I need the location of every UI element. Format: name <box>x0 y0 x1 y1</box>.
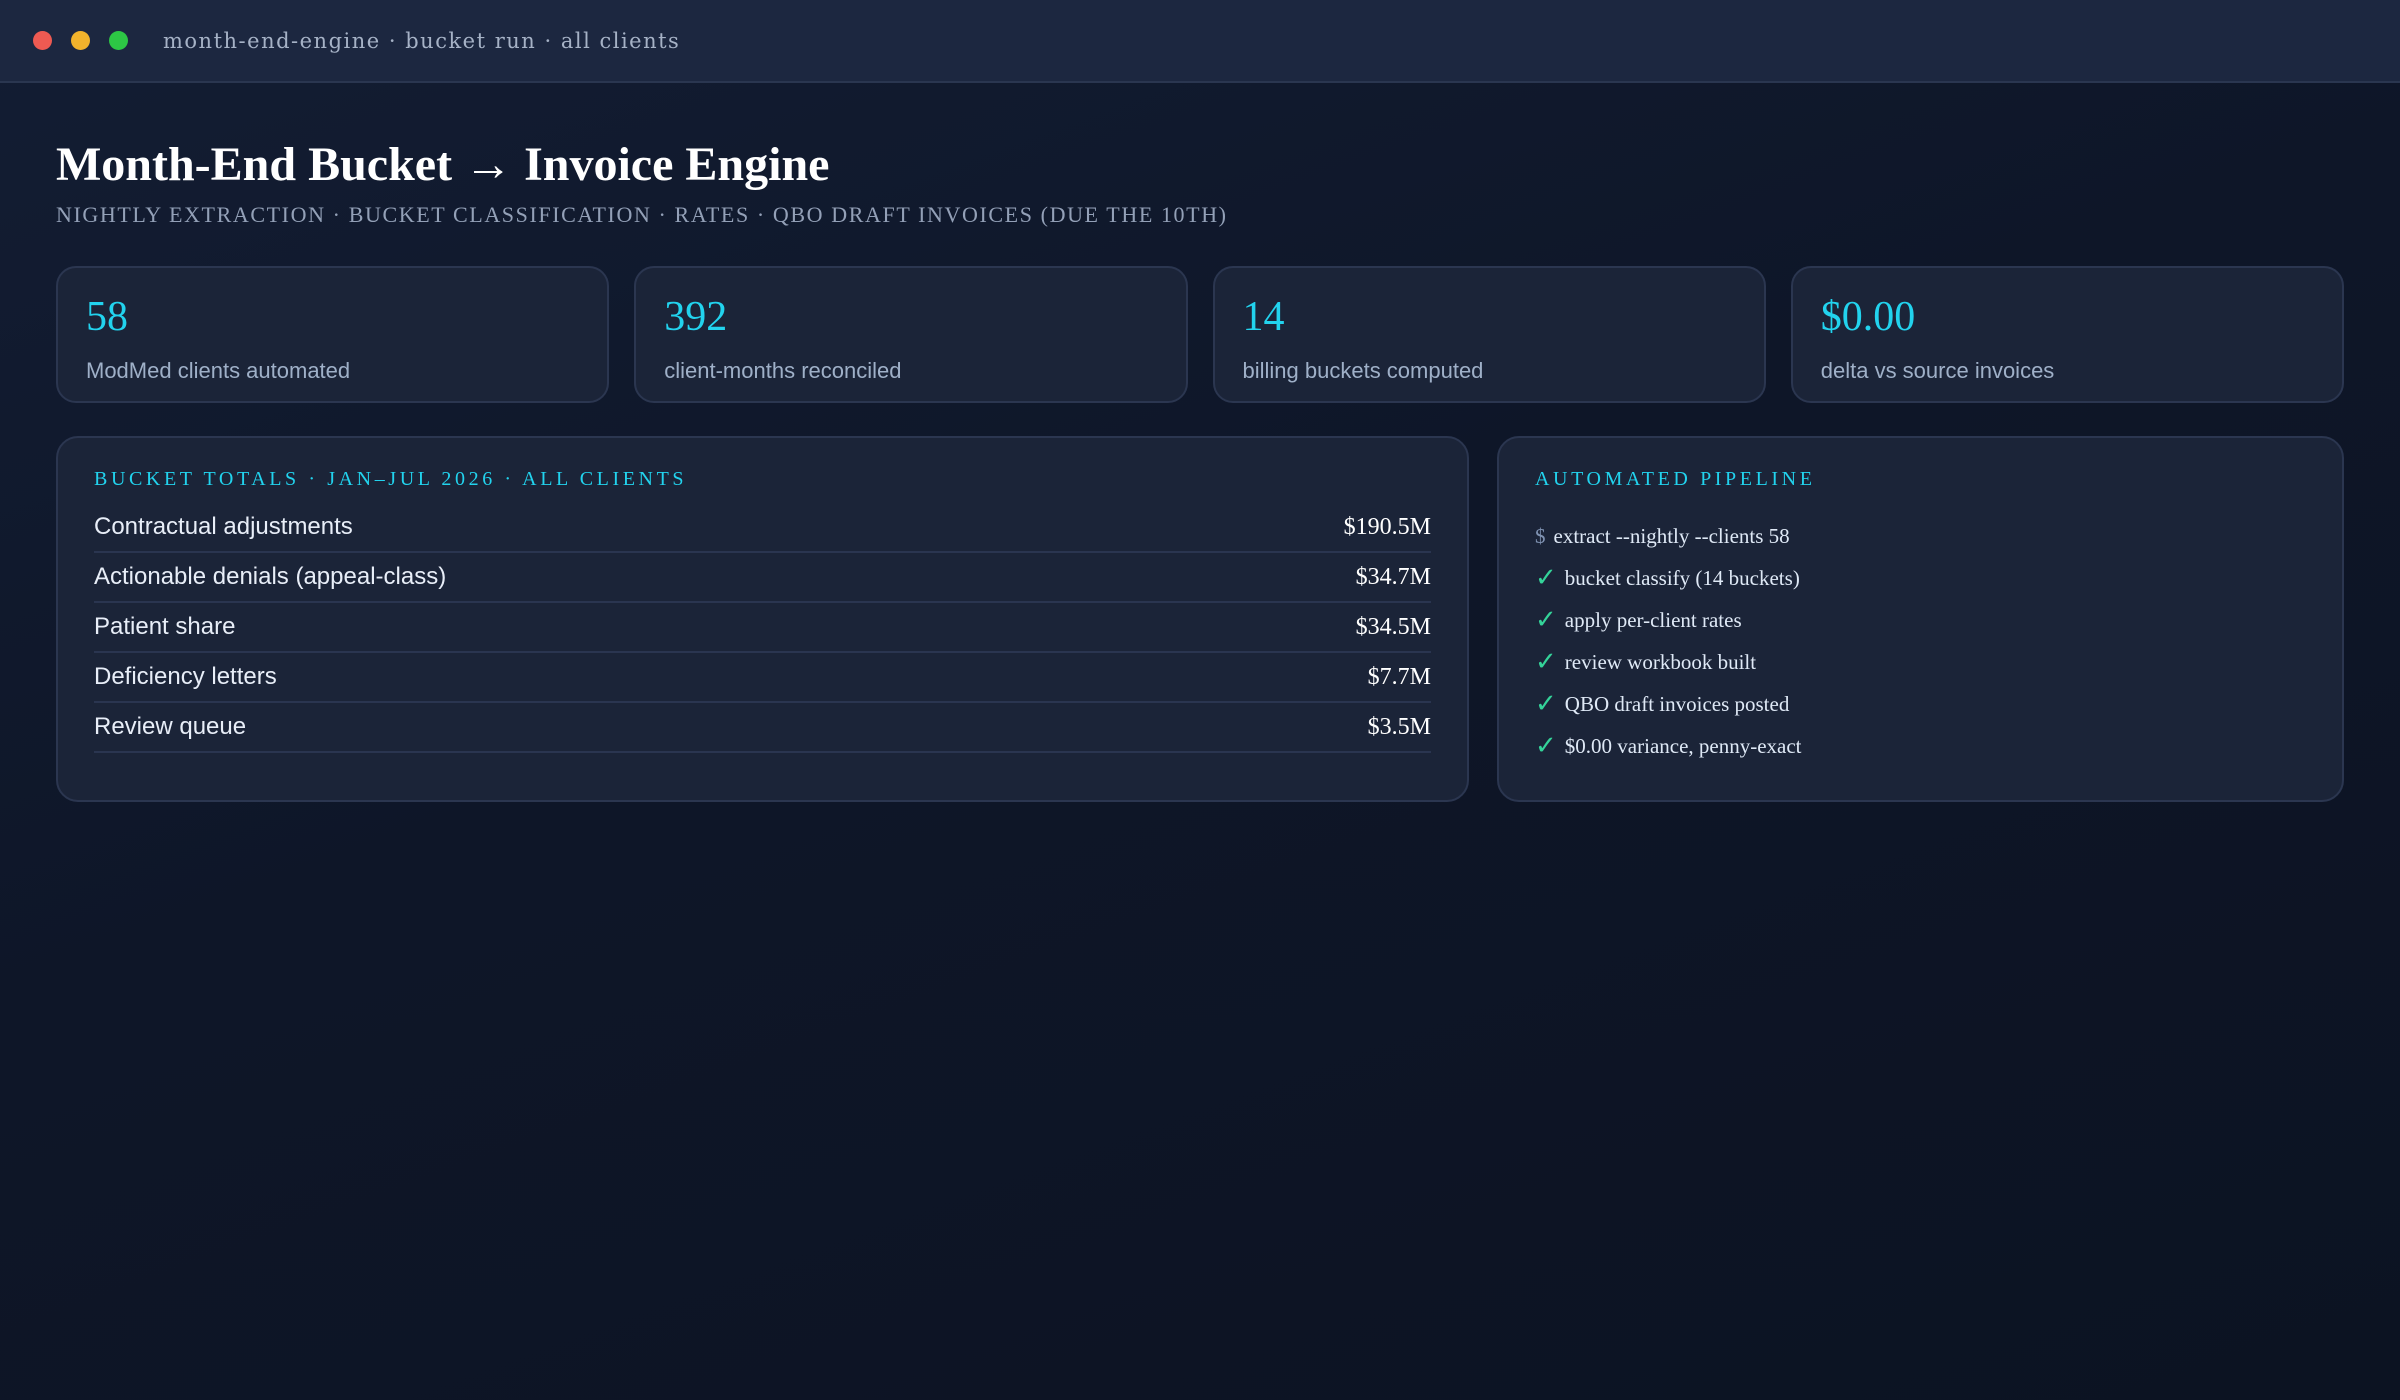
stat-card-delta: $0.00 delta vs source invoices <box>1790 266 2344 403</box>
list-item: Actionable denials (appeal-class) $34.7M <box>94 553 1431 603</box>
page-title: Month-End Bucket → Invoice Engine <box>56 138 830 191</box>
main-content: Month-End Bucket → Invoice Engine NIGHTL… <box>0 83 2400 802</box>
stat-value: $0.00 <box>1820 294 1916 340</box>
bucket-label: Patient share <box>94 613 236 640</box>
stat-label: ModMed clients automated <box>86 358 351 383</box>
minimize-window-button[interactable] <box>71 31 90 50</box>
checkmark-icon: ✓ <box>1535 605 1557 635</box>
pipeline-step: ✓ bucket classify (14 buckets) <box>1535 557 2306 599</box>
pipeline-heading: AUTOMATED PIPELINE <box>1535 468 1816 490</box>
stats-row: 58 ModMed clients automated 392 client-m… <box>56 266 2344 403</box>
maximize-window-button[interactable] <box>109 31 128 50</box>
window-title: month-end-engine · bucket run · all clie… <box>163 28 681 53</box>
pipeline-step: ✓ $0.00 variance, penny-exact <box>1535 725 2306 767</box>
checkmark-icon: ✓ <box>1535 731 1557 761</box>
stat-label: billing buckets computed <box>1242 358 1484 383</box>
stat-value: 392 <box>664 294 728 340</box>
stat-card-clients: 58 ModMed clients automated <box>56 266 610 403</box>
list-item: Contractual adjustments $190.5M <box>94 503 1431 553</box>
pipeline-command: $ extract --nightly --clients 58 <box>1535 515 2306 557</box>
checkmark-icon: ✓ <box>1535 563 1557 593</box>
pipeline-panel: AUTOMATED PIPELINE $ extract --nightly -… <box>1497 436 2344 802</box>
pipeline-steps: $ extract --nightly --clients 58 ✓ bucke… <box>1535 515 2306 767</box>
page-subtitle: NIGHTLY EXTRACTION · BUCKET CLASSIFICATI… <box>56 202 1228 227</box>
step-text: QBO draft invoices posted <box>1564 691 1790 716</box>
bucket-label: Actionable denials (appeal-class) <box>94 563 447 590</box>
bucket-value: $7.7M <box>1367 663 1431 690</box>
list-item: Deficiency letters $7.7M <box>94 653 1431 703</box>
prompt-icon: $ <box>1535 523 1546 548</box>
bucket-value: $190.5M <box>1343 513 1431 540</box>
stat-card-client-months: 392 client-months reconciled <box>634 266 1188 403</box>
bucket-totals-panel: BUCKET TOTALS · JAN–JUL 2026 · ALL CLIEN… <box>56 436 1469 802</box>
bucket-totals-list: Contractual adjustments $190.5M Actionab… <box>94 503 1431 753</box>
stat-value: 14 <box>1242 294 1285 340</box>
pipeline-step: ✓ apply per-client rates <box>1535 599 2306 641</box>
bucket-value: $3.5M <box>1367 713 1431 740</box>
step-text: bucket classify (14 buckets) <box>1564 565 1800 590</box>
panels-row: BUCKET TOTALS · JAN–JUL 2026 · ALL CLIEN… <box>56 436 2344 802</box>
stat-label: delta vs source invoices <box>1820 358 2055 383</box>
step-text: $0.00 variance, penny-exact <box>1564 733 1802 758</box>
stat-label: client-months reconciled <box>664 358 902 383</box>
checkmark-icon: ✓ <box>1535 689 1557 719</box>
command-text: extract --nightly --clients 58 <box>1553 523 1790 548</box>
pipeline-step: ✓ review workbook built <box>1535 641 2306 683</box>
bucket-label: Review queue <box>94 713 247 740</box>
bucket-value: $34.7M <box>1355 563 1431 590</box>
step-text: apply per-client rates <box>1564 607 1742 632</box>
window-titlebar: month-end-engine · bucket run · all clie… <box>0 0 2400 83</box>
close-window-button[interactable] <box>33 31 52 50</box>
stat-value: 58 <box>86 294 128 340</box>
list-item: Patient share $34.5M <box>94 603 1431 653</box>
bucket-totals-heading: BUCKET TOTALS · JAN–JUL 2026 · ALL CLIEN… <box>94 468 688 490</box>
checkmark-icon: ✓ <box>1535 647 1557 677</box>
list-item: Review queue $3.5M <box>94 703 1431 753</box>
bucket-label: Deficiency letters <box>94 663 277 690</box>
stat-card-buckets: 14 billing buckets computed <box>1212 266 1766 403</box>
bucket-value: $34.5M <box>1355 613 1431 640</box>
bucket-label: Contractual adjustments <box>94 513 353 540</box>
step-text: review workbook built <box>1564 649 1757 674</box>
pipeline-step: ✓ QBO draft invoices posted <box>1535 683 2306 725</box>
